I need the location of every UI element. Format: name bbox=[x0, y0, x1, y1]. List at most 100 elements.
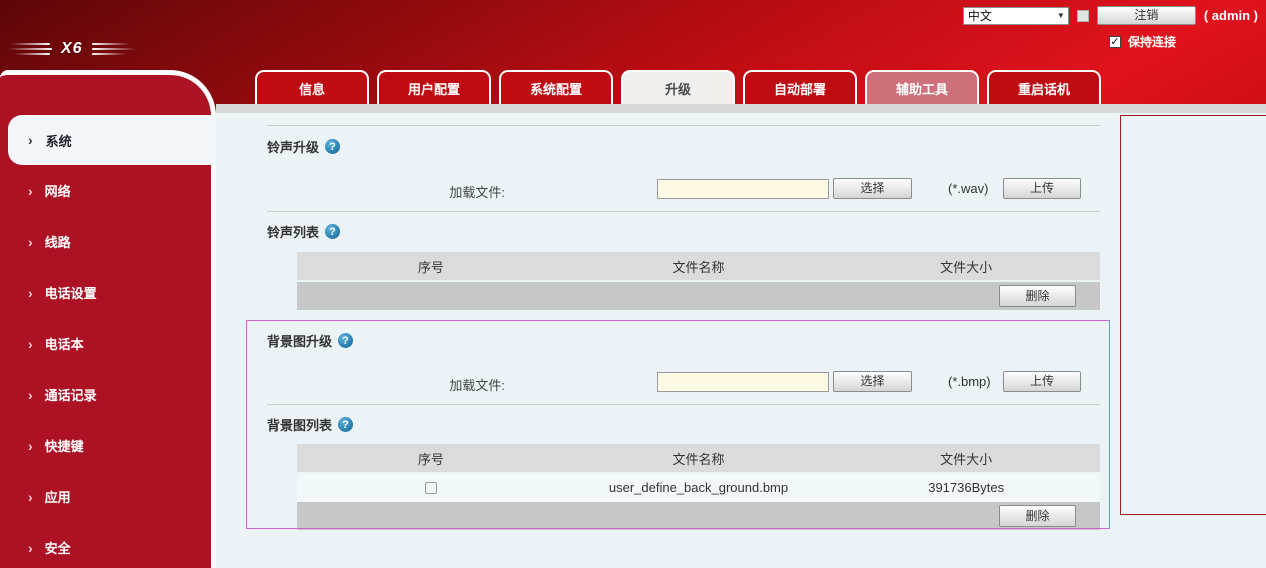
chevron-down-icon: ▼ bbox=[1057, 11, 1065, 20]
background-upload-row: 加载文件: 选择 (*.bmp) 上传 bbox=[267, 371, 1100, 393]
sidebar-item-label: 应用 bbox=[45, 487, 71, 506]
ringtone-file-input[interactable] bbox=[657, 179, 829, 199]
logo-speedlines-right bbox=[92, 43, 136, 55]
section-title-text: 背景图列表 bbox=[267, 415, 332, 434]
sidebar-item-application[interactable]: › 应用 bbox=[0, 471, 211, 522]
chevron-right-icon: › bbox=[28, 132, 33, 148]
tab-reboot-phone[interactable]: 重启话机 bbox=[987, 70, 1101, 104]
background-format-hint: (*.bmp) bbox=[948, 374, 991, 389]
table-header-row: 序号 文件名称 文件大小 bbox=[297, 252, 1100, 280]
ringtone-choose-button[interactable]: 选择 bbox=[833, 178, 912, 199]
table-header-row: 序号 文件名称 文件大小 bbox=[297, 444, 1100, 472]
table-footer-row: 删除 bbox=[297, 282, 1100, 310]
sidebar-item-label: 网络 bbox=[45, 181, 71, 200]
help-icon[interactable]: ? bbox=[325, 224, 340, 239]
column-header-filename: 文件名称 bbox=[565, 444, 833, 472]
sidebar-item-network[interactable]: › 网络 bbox=[0, 165, 211, 216]
tab-user-config[interactable]: 用户配置 bbox=[377, 70, 491, 104]
section-title-text: 背景图升级 bbox=[267, 331, 332, 350]
help-icon[interactable]: ? bbox=[338, 333, 353, 348]
sidebar: › 系统 › 网络 › 线路 › 电话设置 › 电话本 › 通话记录 › 快捷键… bbox=[0, 70, 216, 568]
section-divider bbox=[267, 404, 1100, 405]
language-selected-value: 中文 bbox=[968, 7, 992, 24]
help-icon[interactable]: ? bbox=[325, 139, 340, 154]
sidebar-item-label: 系统 bbox=[46, 131, 72, 150]
keep-online-row: ✓ 保持连接 bbox=[1109, 33, 1176, 50]
tab-system-config[interactable]: 系统配置 bbox=[499, 70, 613, 104]
sidebar-item-label: 安全 bbox=[45, 538, 71, 557]
tab-auto-provision[interactable]: 自动部署 bbox=[743, 70, 857, 104]
logged-in-account: ( admin ) bbox=[1204, 8, 1258, 23]
row-select-cell bbox=[297, 473, 565, 502]
logout-button[interactable]: 注销 bbox=[1097, 6, 1196, 25]
keep-online-checkbox[interactable]: ✓ bbox=[1109, 36, 1121, 48]
row-filename: user_define_back_ground.bmp bbox=[565, 473, 833, 502]
chevron-right-icon: › bbox=[28, 540, 33, 556]
column-header-index: 序号 bbox=[297, 252, 565, 280]
tab-information[interactable]: 信息 bbox=[255, 70, 369, 104]
ringtone-list-table: 序号 文件名称 文件大小 删除 bbox=[297, 252, 1100, 310]
chevron-right-icon: › bbox=[28, 285, 33, 301]
ringtone-delete-button[interactable]: 删除 bbox=[999, 285, 1076, 307]
sidebar-item-function-key[interactable]: › 快捷键 bbox=[0, 420, 211, 471]
background-list-table: 序号 文件名称 文件大小 user_define_back_ground.bmp… bbox=[297, 444, 1100, 530]
chevron-right-icon: › bbox=[28, 489, 33, 505]
background-upgrade-title: 背景图升级 ? bbox=[267, 332, 353, 349]
brand-logo: X6 bbox=[8, 40, 136, 58]
ringtone-format-hint: (*.wav) bbox=[948, 181, 988, 196]
column-header-filename: 文件名称 bbox=[565, 252, 833, 280]
load-file-label: 加载文件: bbox=[267, 375, 505, 394]
background-delete-button[interactable]: 删除 bbox=[999, 505, 1076, 527]
chevron-right-icon: › bbox=[28, 336, 33, 352]
model-label: X6 bbox=[61, 40, 83, 58]
sidebar-item-line[interactable]: › 线路 bbox=[0, 216, 211, 267]
column-header-filesize: 文件大小 bbox=[832, 252, 1100, 280]
chevron-right-icon: › bbox=[28, 183, 33, 199]
tab-bar: 信息 用户配置 系统配置 升级 自动部署 辅助工具 重启话机 bbox=[255, 70, 1101, 104]
sidebar-item-call-log[interactable]: › 通话记录 bbox=[0, 369, 211, 420]
chevron-right-icon: › bbox=[28, 387, 33, 403]
keep-online-label: 保持连接 bbox=[1128, 33, 1176, 50]
column-header-filesize: 文件大小 bbox=[832, 444, 1100, 472]
background-choose-button[interactable]: 选择 bbox=[833, 371, 912, 392]
column-header-index: 序号 bbox=[297, 444, 565, 472]
tab-tools[interactable]: 辅助工具 bbox=[865, 70, 979, 104]
tabbar-baseline-strip bbox=[216, 104, 1266, 113]
tab-upgrade[interactable]: 升级 bbox=[621, 70, 735, 104]
table-footer-row: 删除 bbox=[297, 502, 1100, 530]
logo-speedlines-left bbox=[8, 43, 52, 55]
chevron-right-icon: › bbox=[28, 234, 33, 250]
section-title-text: 铃声列表 bbox=[267, 222, 319, 241]
row-select-checkbox[interactable] bbox=[425, 482, 437, 494]
background-file-input[interactable] bbox=[657, 372, 829, 392]
section-divider bbox=[267, 211, 1100, 212]
language-apply-checkbox[interactable] bbox=[1077, 10, 1089, 22]
sidebar-item-label: 快捷键 bbox=[45, 436, 84, 455]
sidebar-item-system[interactable]: › 系统 bbox=[8, 115, 216, 165]
section-divider bbox=[267, 125, 1100, 126]
ringtone-list-title: 铃声列表 ? bbox=[267, 223, 340, 240]
row-filesize: 391736Bytes bbox=[832, 473, 1100, 502]
chevron-right-icon: › bbox=[28, 438, 33, 454]
right-annotation-box bbox=[1120, 115, 1266, 515]
sidebar-item-label: 线路 bbox=[45, 232, 71, 251]
sidebar-item-label: 电话本 bbox=[45, 334, 84, 353]
background-list-title: 背景图列表 ? bbox=[267, 416, 353, 433]
upgrade-tab-content: 铃声升级 ? 加载文件: 选择 (*.wav) 上传 铃声列表 ? 序号 文件名… bbox=[216, 113, 1266, 568]
ringtone-upload-row: 加载文件: 选择 (*.wav) 上传 bbox=[267, 178, 1100, 200]
sidebar-item-label: 通话记录 bbox=[45, 385, 97, 404]
background-upload-button[interactable]: 上传 bbox=[1003, 371, 1081, 392]
sidebar-item-label: 电话设置 bbox=[45, 283, 97, 302]
load-file-label: 加载文件: bbox=[267, 182, 505, 201]
sidebar-item-phonebook[interactable]: › 电话本 bbox=[0, 318, 211, 369]
sidebar-item-phone-settings[interactable]: › 电话设置 bbox=[0, 267, 211, 318]
ringtone-upload-button[interactable]: 上传 bbox=[1003, 178, 1081, 199]
help-icon[interactable]: ? bbox=[338, 417, 353, 432]
sidebar-item-security[interactable]: › 安全 bbox=[0, 522, 211, 568]
ringtone-upgrade-title: 铃声升级 ? bbox=[267, 138, 340, 155]
section-title-text: 铃声升级 bbox=[267, 137, 319, 156]
table-row: user_define_back_ground.bmp 391736Bytes bbox=[297, 473, 1100, 502]
language-select[interactable]: 中文 ▼ bbox=[963, 7, 1069, 25]
top-controls: 中文 ▼ 注销 ( admin ) bbox=[963, 6, 1258, 25]
content-column: 铃声升级 ? 加载文件: 选择 (*.wav) 上传 铃声列表 ? 序号 文件名… bbox=[267, 113, 1100, 568]
